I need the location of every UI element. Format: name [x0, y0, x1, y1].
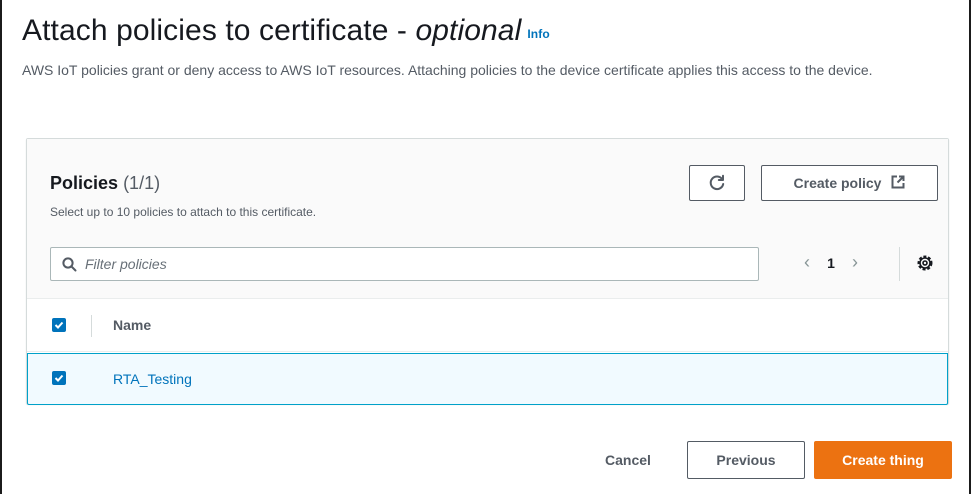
- page-header: Attach policies to certificate - optiona…: [22, 12, 949, 81]
- previous-button[interactable]: Previous: [687, 441, 805, 479]
- pagination: ‹ 1 ›: [795, 252, 867, 273]
- search-icon: [62, 256, 77, 272]
- policies-header: Policies (1/1) Select up to 10 policies …: [27, 139, 948, 299]
- refresh-icon: [709, 174, 725, 191]
- policies-count: (1/1): [123, 173, 161, 193]
- policies-subtitle: Select up to 10 policies to attach to th…: [50, 205, 317, 219]
- filter-policies-input[interactable]: Filter policies: [50, 247, 759, 281]
- cancel-button[interactable]: Cancel: [582, 443, 674, 477]
- table-row[interactable]: RTA_Testing: [27, 353, 948, 405]
- chevron-left-icon[interactable]: ‹: [795, 252, 819, 273]
- chevron-right-icon[interactable]: ›: [843, 252, 867, 273]
- title-optional: optional: [415, 14, 522, 47]
- page-number[interactable]: 1: [819, 255, 843, 271]
- column-separator: [91, 315, 92, 337]
- gear-icon[interactable]: [915, 253, 935, 278]
- page-description: AWS IoT policies grant or deny access to…: [22, 62, 873, 78]
- info-link[interactable]: Info: [527, 27, 549, 41]
- row-checkbox[interactable]: [52, 371, 66, 385]
- column-header-name[interactable]: Name: [113, 317, 151, 333]
- page-frame: Attach policies to certificate - optiona…: [0, 0, 971, 494]
- filter-placeholder: Filter policies: [85, 256, 167, 272]
- create-thing-button[interactable]: Create thing: [814, 441, 952, 479]
- check-icon: [54, 374, 64, 382]
- policies-title: Policies (1/1): [50, 173, 161, 193]
- external-link-icon: [891, 175, 905, 192]
- pager-divider: [899, 247, 900, 281]
- check-icon: [54, 321, 64, 329]
- policies-container: Policies (1/1) Select up to 10 policies …: [26, 138, 949, 405]
- table-header: Name: [27, 299, 948, 352]
- select-all-checkbox[interactable]: [52, 318, 66, 332]
- create-policy-button[interactable]: Create policy: [761, 165, 938, 201]
- page-title: Attach policies to certificate - optiona…: [22, 14, 550, 47]
- policy-name-link[interactable]: RTA_Testing: [113, 371, 192, 387]
- refresh-button[interactable]: [689, 165, 745, 201]
